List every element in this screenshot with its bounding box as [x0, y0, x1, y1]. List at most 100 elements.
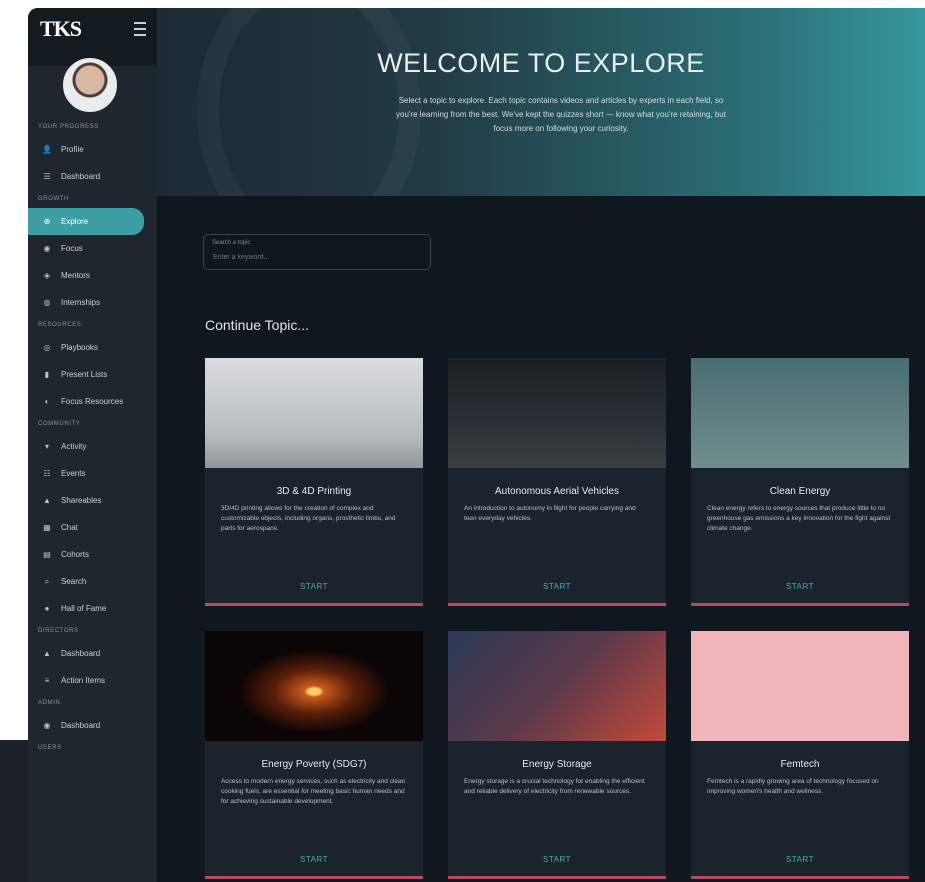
dashboard-icon: ◉ — [43, 721, 51, 730]
start-button[interactable]: START — [691, 582, 909, 591]
mentor-icon: ◈ — [43, 271, 51, 280]
topic-card[interactable]: Femtech Femtech is a rapidly growing area… — [691, 631, 909, 879]
sidebar-item-label: Search — [61, 577, 87, 586]
trophy-icon: ● — [44, 604, 50, 613]
topic-image — [691, 631, 909, 741]
card-accent-bar — [691, 876, 909, 879]
sidebar-item-mentors[interactable]: ◈ Mentors — [28, 262, 157, 289]
topic-card[interactable]: 3D & 4D Printing 3D/4D printing allows fo… — [205, 358, 423, 606]
topic-image — [205, 358, 423, 468]
sidebar-item-cohorts[interactable]: ▤ Cohorts — [28, 541, 157, 568]
sidebar-item-label: Hall of Fame — [61, 604, 107, 613]
topic-title: 3D & 4D Printing — [276, 486, 352, 497]
start-button[interactable]: START — [448, 855, 666, 864]
sidebar-item-label: Activity — [61, 442, 87, 451]
sidebar-item-dashboard[interactable]: ▲ Dashboard — [28, 640, 157, 667]
main-content: WELCOME TO EXPLORE Select a topic to exp… — [157, 8, 925, 882]
sidebar-item-label: Focus — [61, 244, 83, 253]
topic-image — [205, 631, 423, 741]
sidebar-item-action-items[interactable]: ≡ Action Items — [28, 667, 157, 694]
card-accent-bar — [448, 603, 666, 606]
sidebar-item-label: Mentors — [61, 271, 90, 280]
sidebar-item-label: Present Lists — [61, 370, 108, 379]
card-accent-bar — [691, 603, 909, 606]
share-icon: ▲ — [43, 496, 51, 505]
pin-icon: ▮ — [44, 370, 50, 379]
target-icon: ◉ — [43, 244, 51, 253]
sidebar-item-label: Action Items — [61, 676, 106, 685]
sidebar-item-label: Dashboard — [61, 172, 101, 181]
section-heading: Continue Topic... — [205, 317, 310, 333]
dashboard-icon: ▲ — [43, 649, 51, 658]
sidebar-item-dashboard[interactable]: ☰ Dashboard — [28, 163, 157, 190]
hero-banner: WELCOME TO EXPLORE Select a topic to exp… — [157, 8, 925, 196]
topic-card[interactable]: Energy Storage Energy storage is a crucia… — [448, 631, 666, 879]
topic-title: Femtech — [780, 759, 820, 770]
topic-image — [448, 631, 666, 741]
app-window: TKS YOUR PROGRESS 👤 Profile ☰ Dashboard GROWT… — [28, 8, 925, 882]
topic-card[interactable]: Energy Poverty (SDG7) Access to modern en… — [205, 631, 423, 879]
start-button[interactable]: START — [205, 855, 423, 864]
topic-description: An introduction to autonomy in flight fo… — [464, 505, 636, 522]
sidebar-item-label: Dashboard — [61, 721, 101, 730]
topic-title: Energy Poverty (SDG7) — [261, 759, 367, 770]
sidebar-item-focus-resources[interactable]: ◐ Focus Resources — [28, 388, 157, 415]
sidebar-item-shareables[interactable]: ▲ Shareables — [28, 487, 157, 514]
start-button[interactable]: START — [448, 582, 666, 591]
search-input[interactable] — [211, 250, 415, 264]
sidebar-item-label: Dashboard — [61, 649, 101, 658]
sidebar-section-label: RESOURCES — [38, 322, 82, 328]
sidebar-item-profile[interactable]: 👤 Profile — [28, 136, 157, 163]
hamburger-menu-icon[interactable] — [134, 22, 146, 36]
calendar-icon: ☷ — [43, 469, 51, 478]
sidebar-section-label: COMMUNITY — [38, 421, 81, 427]
card-accent-bar — [205, 876, 423, 879]
sidebar-item-label: Cohorts — [61, 550, 90, 559]
sidebar-item-internships[interactable]: ◍ Internships — [28, 289, 157, 316]
topic-description: 3D/4D printing allows for the creation o… — [221, 505, 396, 532]
page-title: WELCOME TO EXPLORE — [377, 48, 705, 78]
sidebar-item-label: Profile — [61, 145, 84, 154]
topic-title: Autonomous Aerial Vehicles — [495, 486, 619, 497]
card-accent-bar — [448, 876, 666, 879]
book-icon: ◎ — [43, 343, 51, 352]
sidebar-section-label: USERS — [38, 745, 62, 751]
person-icon: 👤 — [42, 145, 52, 154]
sidebar-item-label: Playbooks — [61, 343, 98, 352]
sidebar-item-focus[interactable]: ◉ Focus — [28, 235, 157, 262]
sidebar-item-search[interactable]: ⌕ Search — [28, 568, 157, 595]
search-icon: ⌕ — [44, 576, 50, 586]
sidebar-item-events[interactable]: ☷ Events — [28, 460, 157, 487]
topic-card[interactable]: Clean Energy Clean energy refers to energ… — [691, 358, 909, 606]
sidebar-nav: YOUR PROGRESS 👤 Profile ☰ Dashboard GROWTH ⊕ Ex… — [28, 118, 157, 757]
sidebar-item-present-lists[interactable]: ▮ Present Lists — [28, 361, 157, 388]
topic-description: Access to modern energy services, such a… — [221, 778, 406, 805]
sidebar-item-hall-of-fame[interactable]: ● Hall of Fame — [28, 595, 157, 622]
sidebar-item-activity[interactable]: ▾ Activity — [28, 433, 157, 460]
sidebar-item-chat[interactable]: ▦ Chat — [28, 514, 157, 541]
topic-search[interactable]: Search a topic — [203, 234, 431, 270]
sidebar-item-label: Focus Resources — [61, 397, 124, 406]
chat-icon: ▦ — [43, 523, 51, 532]
start-button[interactable]: START — [691, 855, 909, 864]
page-subtitle: Select a topic to explore. Each topic co… — [396, 96, 726, 133]
sidebar-item-dashboard[interactable]: ◉ Dashboard — [28, 712, 157, 739]
dashboard-icon: ☰ — [43, 172, 51, 181]
folder-icon: ◐ — [44, 397, 50, 406]
sidebar-item-label: Explore — [61, 217, 89, 226]
sidebar-item-label: Internships — [61, 298, 101, 307]
card-accent-bar — [205, 603, 423, 606]
sidebar-section-label: GROWTH — [38, 196, 69, 202]
start-button[interactable]: START — [205, 582, 423, 591]
topic-description: Femtech is a rapidly growing area of tec… — [707, 778, 879, 795]
sidebar-item-explore[interactable]: ⊕ Explore — [28, 208, 144, 235]
tks-logo[interactable]: TKS — [40, 16, 82, 42]
sidebar-section-label: ADMIN — [38, 700, 61, 706]
activity-icon: ▾ — [44, 442, 49, 451]
avatar[interactable] — [63, 58, 117, 112]
sidebar-item-label: Chat — [61, 523, 78, 532]
topic-card[interactable]: Autonomous Aerial Vehicles An introductio… — [448, 358, 666, 606]
sidebar-item-playbooks[interactable]: ◎ Playbooks — [28, 334, 157, 361]
group-icon: ▤ — [43, 550, 51, 559]
sidebar: TKS YOUR PROGRESS 👤 Profile ☰ Dashboard GROWT… — [28, 8, 157, 882]
